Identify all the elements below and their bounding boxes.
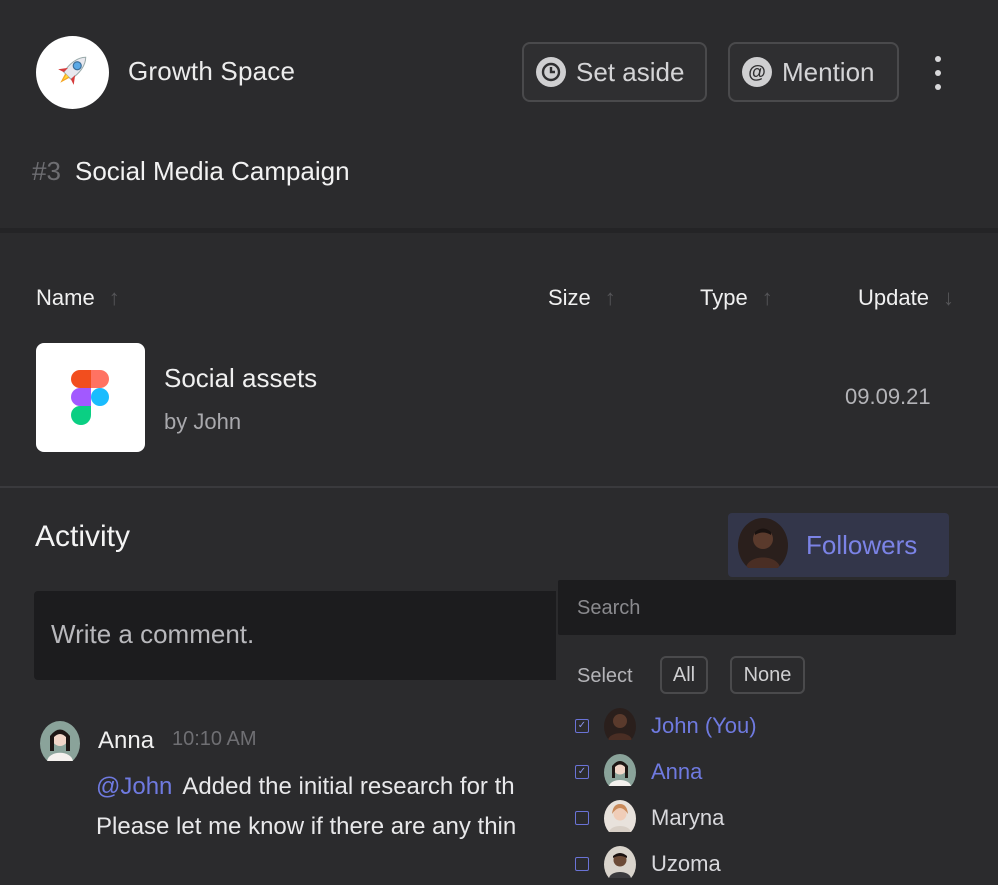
message-author: Anna <box>98 727 155 754</box>
clock-icon <box>536 57 566 87</box>
checkbox-unchecked-icon[interactable] <box>575 857 589 871</box>
follower-name: Anna <box>651 759 703 784</box>
follower-item[interactable]: Uzoma <box>575 845 721 883</box>
search-placeholder: Search <box>577 597 641 619</box>
file-update-date: 09.09.21 <box>845 384 931 409</box>
file-name[interactable]: Social assets <box>164 363 317 394</box>
comment-input[interactable]: Write a comment. <box>34 591 574 680</box>
checkbox-unchecked-icon[interactable] <box>575 811 589 825</box>
sort-up-icon: ↑ <box>761 285 773 310</box>
follower-name: John (You) <box>651 713 757 738</box>
column-header-size[interactable]: Size ↑ <box>548 285 616 311</box>
column-label: Type <box>700 285 748 310</box>
search-input[interactable]: Search <box>558 580 956 635</box>
message-text-line: Added the initial research for th <box>182 773 515 800</box>
avatar <box>40 721 80 766</box>
column-header-type[interactable]: Type ↑ <box>700 285 773 311</box>
column-label: Update <box>858 285 929 310</box>
task-id: #3 <box>32 156 61 186</box>
mention-label: Mention <box>782 56 875 87</box>
follower-name: Maryna <box>651 805 725 830</box>
rocket-icon <box>51 48 95 97</box>
column-label: Size <box>548 285 591 310</box>
space-logo[interactable] <box>36 36 109 109</box>
avatar <box>604 753 636 791</box>
message-time: 10:10 AM <box>172 728 257 750</box>
at-sign-icon: @ <box>742 57 772 87</box>
select-all-button[interactable]: All <box>660 656 708 694</box>
avatar <box>604 799 636 837</box>
divider <box>0 228 998 233</box>
activity-title: Activity <box>35 520 131 553</box>
followers-button[interactable]: Followers <box>728 513 949 577</box>
column-header-update[interactable]: Update ↓ <box>858 285 954 311</box>
avatar <box>738 517 788 573</box>
sort-down-icon: ↓ <box>942 285 954 310</box>
mention-link[interactable]: @John <box>96 773 172 800</box>
file-author: by John <box>164 409 242 434</box>
select-label: Select <box>577 665 633 687</box>
select-none-button[interactable]: None <box>730 656 805 694</box>
follower-item[interactable]: Maryna <box>575 799 725 837</box>
checkbox-checked-icon[interactable]: ✓ <box>575 765 589 779</box>
more-options-icon[interactable] <box>926 56 950 90</box>
followers-dropdown: Search Select All None ✓ John (You) ✓ An… <box>556 580 958 885</box>
figma-icon[interactable] <box>36 343 145 452</box>
task-title: Social Media Campaign <box>75 156 350 186</box>
follower-item[interactable]: ✓ Anna <box>575 753 703 791</box>
avatar <box>604 707 636 745</box>
column-header-name[interactable]: Name ↑ <box>36 285 120 311</box>
header: Growth Space Set aside @ Mention #3 Soci… <box>0 0 998 230</box>
divider <box>0 486 998 488</box>
avatar <box>604 845 636 883</box>
sort-up-icon: ↑ <box>604 285 616 310</box>
comment-placeholder: Write a comment. <box>51 619 255 649</box>
set-aside-button[interactable]: Set aside <box>522 42 707 102</box>
space-name: Growth Space <box>128 56 296 86</box>
message-text-line: Please let me know if there are any thin <box>96 813 517 840</box>
sort-up-icon: ↑ <box>108 285 120 310</box>
follower-name: Uzoma <box>651 851 721 876</box>
checkbox-checked-icon[interactable]: ✓ <box>575 719 589 733</box>
message-text: @John Added the initial research for th <box>96 773 515 801</box>
followers-label: Followers <box>806 529 918 560</box>
column-label: Name <box>36 285 95 310</box>
follower-item[interactable]: ✓ John (You) <box>575 707 757 745</box>
set-aside-label: Set aside <box>576 56 685 87</box>
mention-button[interactable]: @ Mention <box>728 42 899 102</box>
